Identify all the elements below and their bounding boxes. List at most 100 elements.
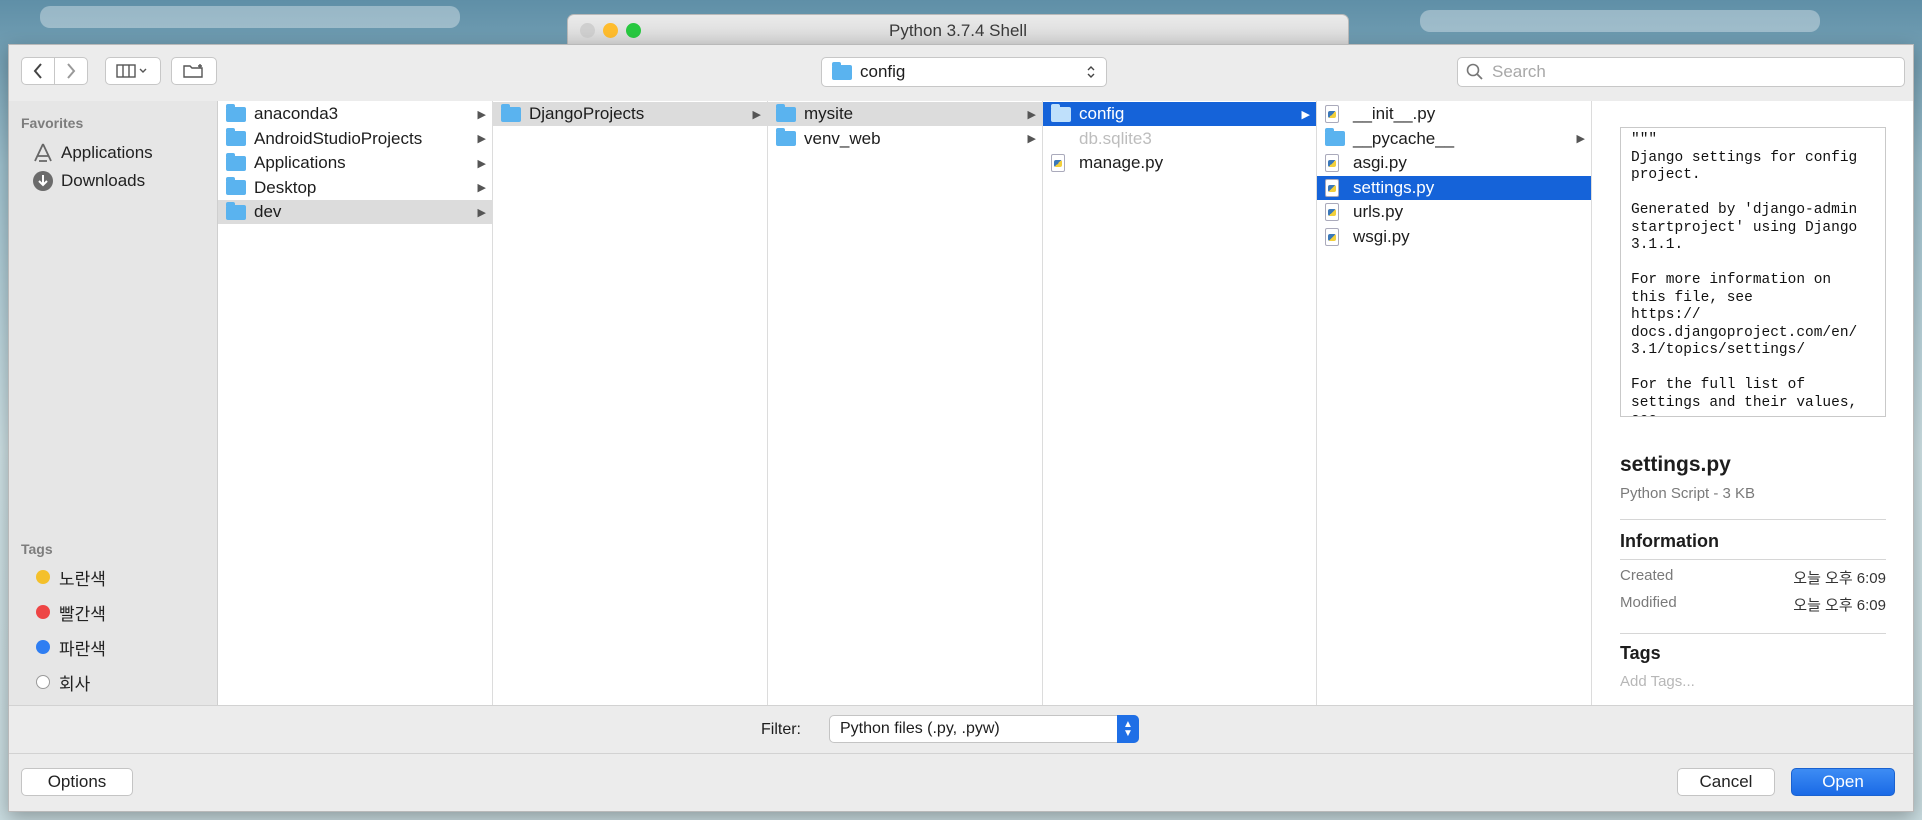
back-button[interactable] (21, 57, 55, 85)
list-item[interactable]: mysite ▶ (768, 102, 1042, 126)
list-item[interactable]: __init__.py (1317, 102, 1591, 126)
options-button[interactable]: Options (21, 768, 133, 796)
list-item-label: settings.py (1353, 177, 1435, 197)
view-mode-button[interactable] (105, 57, 161, 85)
browser-column: config ▶ db.sqlite3 manage.py (1043, 101, 1317, 705)
python-file-icon (1325, 178, 1347, 197)
chevron-left-icon (33, 63, 42, 79)
open-button[interactable]: Open (1791, 768, 1895, 796)
list-item-label: dev (254, 202, 282, 221)
sidebar-tag-blue[interactable]: 파란색 (31, 633, 106, 661)
list-item-label: __init__.py (1353, 104, 1436, 123)
list-item-label: urls.py (1353, 202, 1404, 221)
python-file-icon (1325, 154, 1347, 172)
tag-dot-icon (36, 675, 50, 689)
wallpaper (40, 6, 460, 28)
list-item[interactable]: __pycache__ ▶ (1317, 127, 1591, 151)
folder-icon (776, 128, 798, 146)
list-item[interactable]: anaconda3 ▶ (218, 102, 492, 126)
sidebar-tag-work[interactable]: 회사 (31, 668, 90, 696)
sidebar-tag-yellow[interactable]: 노란색 (31, 563, 106, 591)
window-titlebar[interactable]: Python 3.7.4 Shell (567, 14, 1349, 45)
list-item-label: asgi.py (1353, 153, 1407, 172)
search-icon (1466, 63, 1483, 80)
open-file-dialog: config Favorites Applications Downloads … (8, 44, 1914, 812)
sidebar-tag-label: 회사 (59, 674, 91, 694)
wallpaper (1420, 10, 1820, 32)
search-field[interactable] (1457, 57, 1905, 87)
list-item[interactable]: wsgi.py (1317, 225, 1591, 249)
created-label: Created (1620, 567, 1674, 584)
folder-icon (226, 152, 248, 171)
list-item-label: Applications (254, 153, 346, 172)
filter-selected-value: Python files (.py, .pyw) (840, 720, 1000, 737)
list-item-label: anaconda3 (254, 104, 339, 123)
folder-icon (501, 103, 523, 122)
disclosure-arrow-icon: ▶ (477, 157, 486, 170)
list-item-label: manage.py (1079, 153, 1164, 172)
tags-header: Tags (21, 541, 53, 557)
list-item[interactable]: Applications ▶ (218, 151, 492, 175)
button-bar: Options Cancel Open (9, 753, 1913, 812)
sidebar-tag-label: 노란색 (59, 569, 106, 589)
tags-header: Tags (1620, 643, 1661, 663)
list-item[interactable]: manage.py (1043, 151, 1316, 175)
list-item-label: DjangoProjects (529, 104, 645, 123)
search-input[interactable] (1490, 61, 1894, 83)
folder-icon (1051, 103, 1073, 122)
disclosure-arrow-icon: ▶ (1027, 108, 1036, 121)
sidebar-item-downloads[interactable]: Downloads (31, 167, 145, 195)
list-item[interactable]: venv_web ▶ (768, 127, 1042, 151)
list-item[interactable]: DjangoProjects ▶ (493, 102, 767, 126)
path-popup[interactable]: config (821, 57, 1107, 87)
folder-icon (226, 103, 248, 122)
preview-pane: """ Django settings for config project. … (1592, 101, 1913, 705)
sidebar-item-label: Downloads (61, 171, 146, 190)
python-file-icon (1325, 227, 1347, 246)
window-title: Python 3.7.4 Shell (889, 21, 1027, 40)
disclosure-arrow-icon: ▶ (477, 108, 486, 121)
list-item-label: venv_web (804, 128, 881, 148)
disclosure-arrow-icon: ▶ (477, 133, 486, 145)
list-item[interactable]: db.sqlite3 (1043, 127, 1316, 151)
python-file-icon (1325, 105, 1347, 123)
list-item[interactable]: dev ▶ (218, 200, 492, 224)
browser-column: __init__.py __pycache__ ▶ asgi.py settings.p… (1317, 101, 1592, 705)
preview-file-kind: Python Script - 3 KB (1620, 485, 1756, 502)
list-item-label: Desktop (254, 177, 317, 197)
sidebar-tag-red[interactable]: 빨간색 (31, 598, 106, 626)
disclosure-arrow-icon: ▶ (1027, 133, 1036, 145)
list-item[interactable]: config ▶ (1043, 102, 1316, 126)
add-tags-field[interactable]: Add Tags... (1620, 673, 1695, 690)
disclosure-arrow-icon: ▶ (477, 182, 486, 194)
python-file-icon (1325, 203, 1347, 221)
list-item-label: mysite (804, 104, 854, 123)
filter-select[interactable]: Python files (.py, .pyw) ▲ ▼ (829, 715, 1139, 743)
cancel-button[interactable]: Cancel (1677, 768, 1775, 796)
filter-label: Filter: (761, 721, 801, 738)
list-item[interactable]: Desktop ▶ (218, 176, 492, 200)
columns-view-icon (116, 64, 147, 78)
new-folder-button[interactable] (171, 57, 217, 85)
list-item-label: config (1079, 104, 1125, 123)
browser-column: anaconda3 ▶ AndroidStudioProjects ▶ Applicat… (218, 101, 493, 705)
sidebar-item-applications[interactable]: Applications (31, 139, 153, 167)
list-item-label: wsgi.py (1353, 226, 1410, 246)
tag-dot-icon (36, 605, 50, 619)
chevron-right-icon (67, 63, 76, 79)
disclosure-arrow-icon: ▶ (1576, 133, 1585, 145)
list-item[interactable]: settings.py (1317, 175, 1591, 200)
list-item[interactable]: asgi.py (1317, 151, 1591, 175)
forward-button[interactable] (54, 57, 88, 85)
column-browser: anaconda3 ▶ AndroidStudioProjects ▶ Applicat… (218, 101, 1592, 705)
list-item[interactable]: AndroidStudioProjects ▶ (218, 127, 492, 151)
sidebar-tag-label: 파란색 (59, 639, 106, 659)
preview-file-name: settings.py (1620, 453, 1731, 476)
sidebar: Favorites Applications Downloads Tags 노란… (9, 101, 218, 705)
downloads-icon (31, 169, 55, 193)
dialog-toolbar: config (9, 45, 1913, 101)
list-item-label: __pycache__ (1353, 128, 1455, 148)
list-item[interactable]: urls.py (1317, 200, 1591, 224)
file-preview-code[interactable]: """ Django settings for config project. … (1620, 127, 1886, 417)
list-item-label: db.sqlite3 (1079, 128, 1152, 148)
